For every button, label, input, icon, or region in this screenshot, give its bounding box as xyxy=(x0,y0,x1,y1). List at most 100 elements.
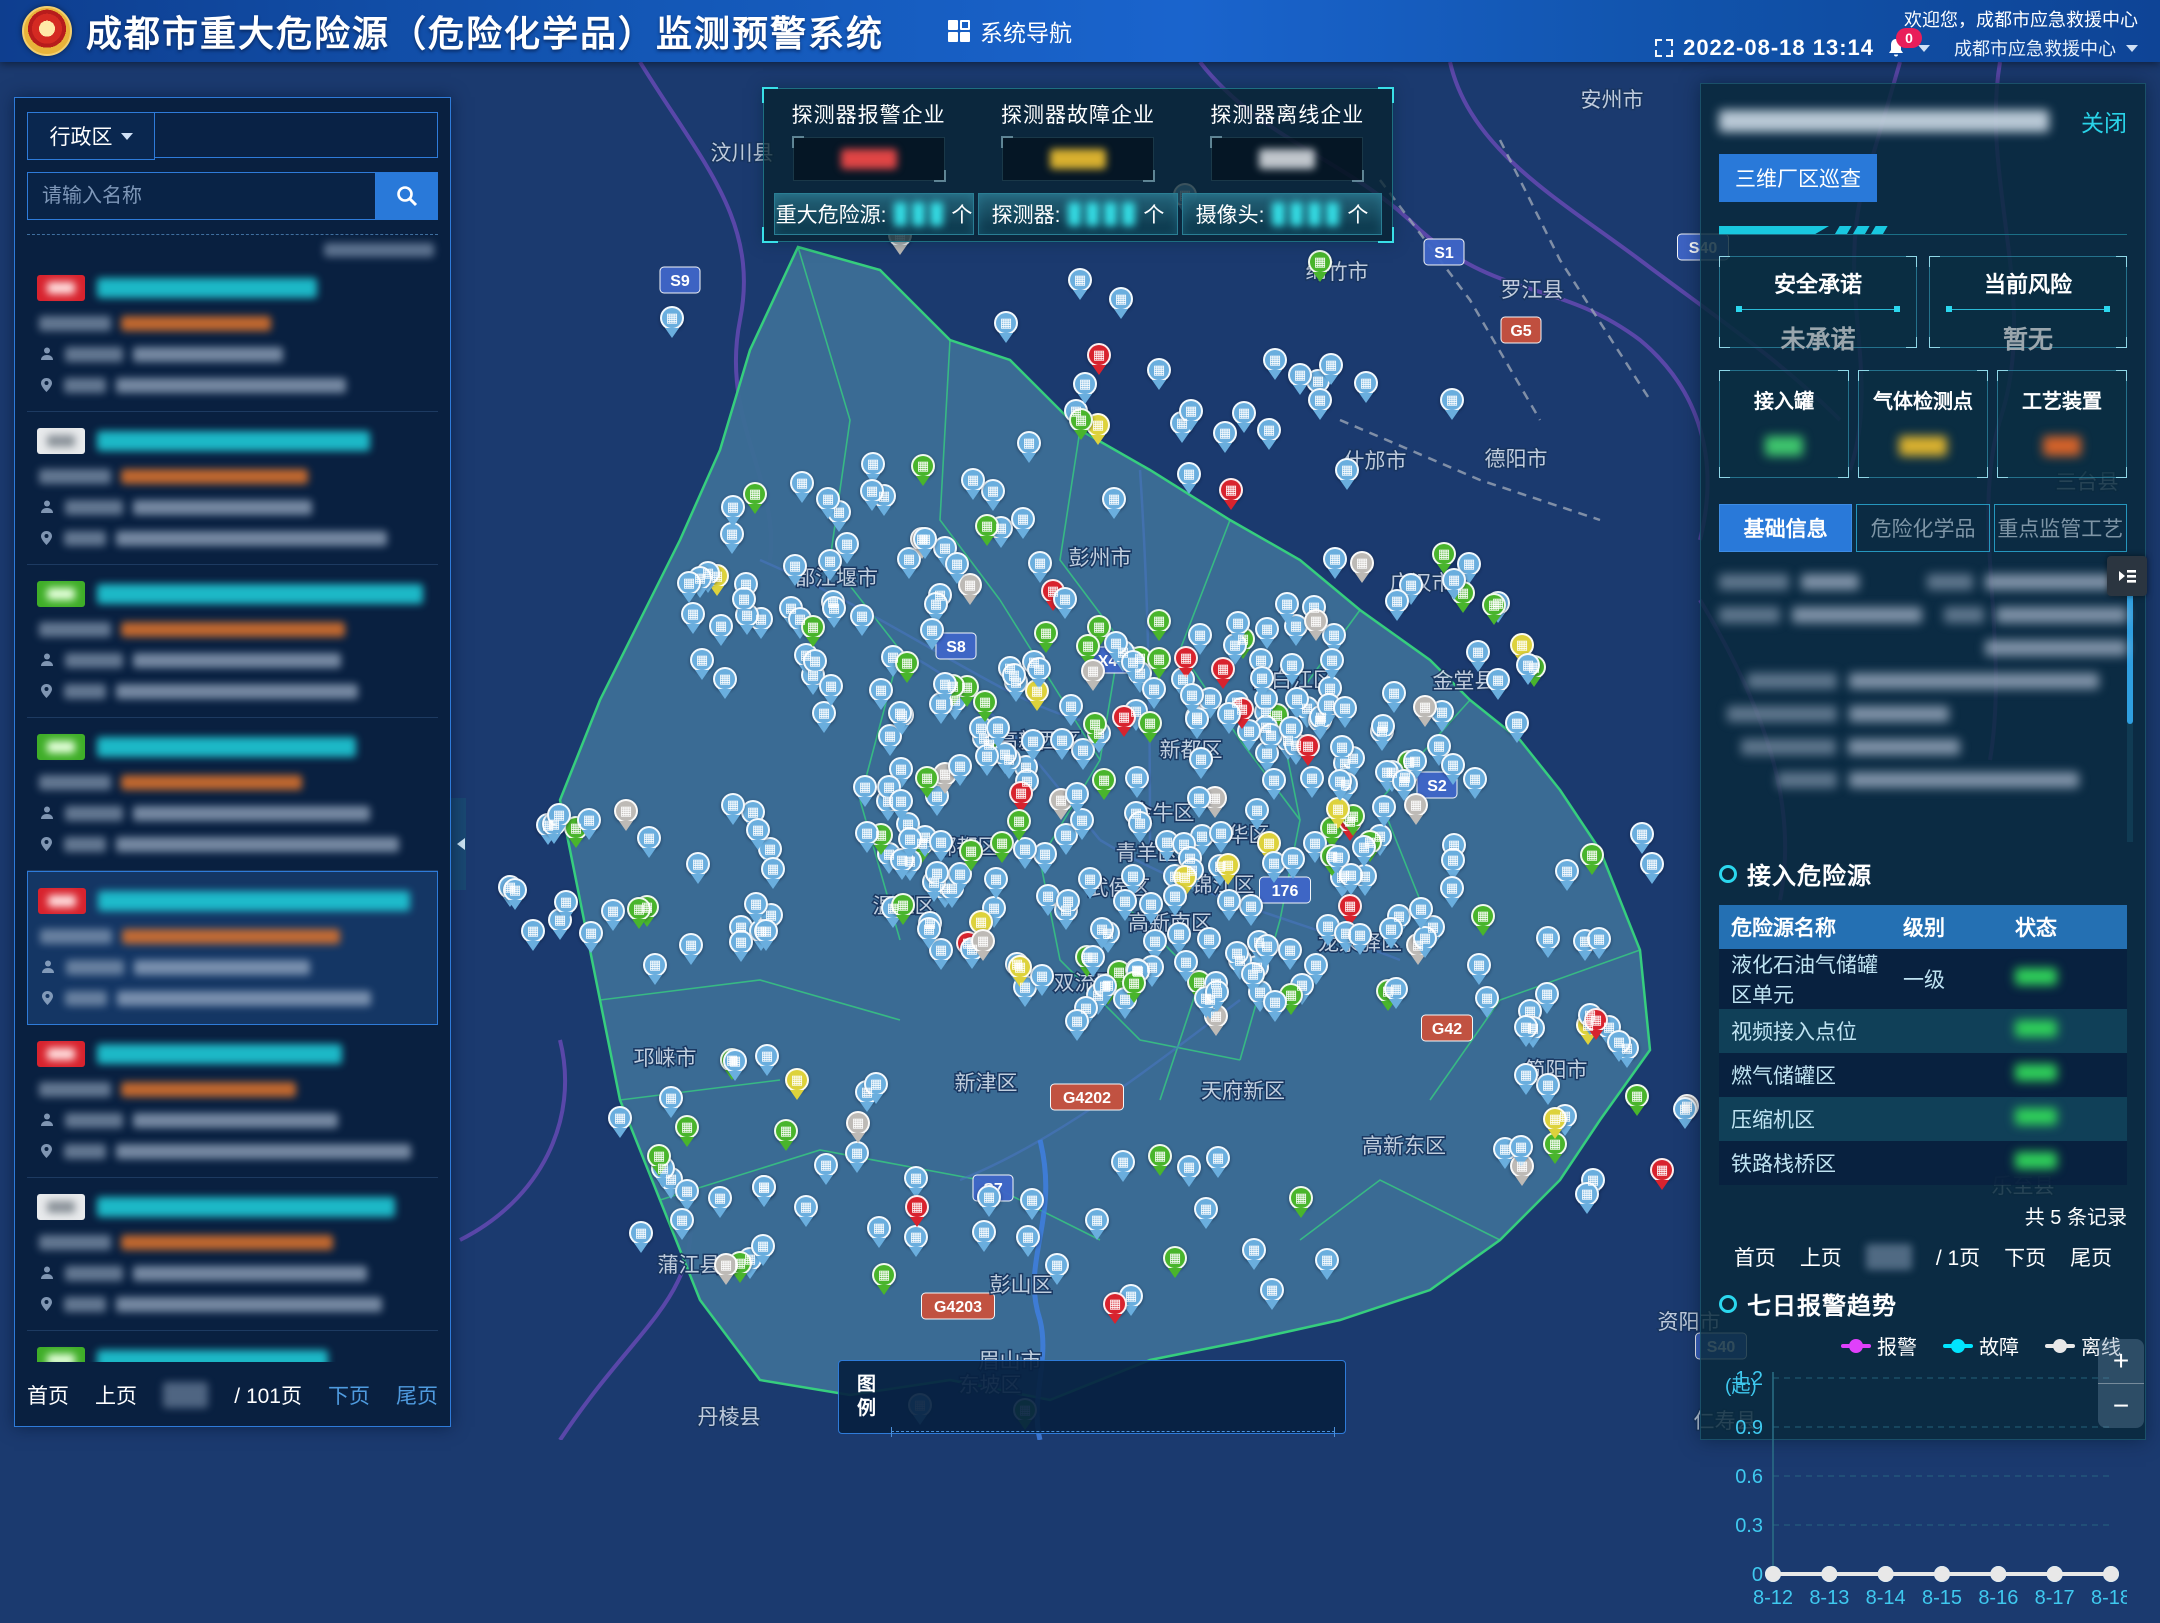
fullscreen-icon[interactable] xyxy=(1655,39,1673,57)
chart-legend-item[interactable]: 报警 xyxy=(1841,1331,1917,1360)
svg-text:德阳市: 德阳市 xyxy=(1485,448,1548,471)
svg-text:金牛区: 金牛区 xyxy=(1132,802,1195,825)
svg-text:邛崃市: 邛崃市 xyxy=(634,1047,697,1070)
system-nav-button[interactable]: 系统导航 xyxy=(948,14,1072,48)
svg-text:锦江区: 锦江区 xyxy=(1192,874,1255,897)
panel-expand-button[interactable] xyxy=(2107,556,2147,596)
stat-company-value-redacted xyxy=(793,137,945,181)
notification-badge: 0 xyxy=(1896,28,1922,48)
system-nav-label: 系统导航 xyxy=(980,14,1072,48)
page-prev-button[interactable]: 上页 xyxy=(1800,1242,1842,1272)
chevron-down-icon xyxy=(121,133,133,140)
svg-text:高新南区: 高新南区 xyxy=(1128,912,1212,935)
table-row[interactable]: 铁路栈桥区 xyxy=(1719,1141,2127,1185)
zoom-in-button[interactable]: + xyxy=(2098,1339,2144,1384)
svg-text:新都区: 新都区 xyxy=(1160,739,1223,762)
svg-text:高新西区: 高新西区 xyxy=(997,730,1081,753)
table-header: 级别 xyxy=(1891,905,2003,949)
svg-text:新津区: 新津区 xyxy=(955,1072,1018,1095)
company-name-redacted xyxy=(97,1197,395,1217)
divider xyxy=(1719,226,2127,236)
region-select[interactable]: 行政区 xyxy=(27,112,155,160)
org-name: 成都市应急救援中心 xyxy=(1954,35,2116,61)
chart-legend-item[interactable]: 故障 xyxy=(1943,1331,2019,1360)
status-redacted xyxy=(2015,1108,2057,1125)
status-badge xyxy=(37,1041,85,1067)
svg-text:丹棱县: 丹棱县 xyxy=(698,1406,761,1429)
map-legend: 图 例 xyxy=(838,1360,1346,1434)
svg-text:高新东区: 高新东区 xyxy=(1362,1135,1446,1158)
stat-company-label: 探测器故障企业 xyxy=(978,99,1178,129)
page-first-button[interactable]: 首页 xyxy=(27,1380,69,1410)
page-total: / 101页 xyxy=(234,1380,302,1410)
trend-chart: 报警故障离线 (起) 00.30.60.91.28-128-138-148-15… xyxy=(1719,1331,2127,1623)
search-button[interactable] xyxy=(376,172,438,220)
search-input[interactable] xyxy=(27,172,376,220)
company-name-redacted xyxy=(97,1350,328,1362)
location-icon xyxy=(40,990,55,1006)
page-number-input[interactable] xyxy=(1866,1244,1912,1270)
page-next-button[interactable]: 下页 xyxy=(328,1380,370,1410)
zoom-out-button[interactable]: − xyxy=(2098,1384,2144,1428)
svg-text:0: 0 xyxy=(1752,1564,1763,1586)
svg-text:G5: G5 xyxy=(1510,323,1531,340)
region-input[interactable] xyxy=(155,112,438,158)
table-row[interactable]: 压缩机区 xyxy=(1719,1097,2127,1141)
company-list-item[interactable] xyxy=(27,718,438,871)
chevron-down-icon[interactable] xyxy=(1918,45,1930,52)
scrollbar[interactable] xyxy=(2127,574,2133,842)
sidebar-pagination: 首页 上页 / 101页 下页 尾页 xyxy=(27,1366,438,1416)
tab-2[interactable]: 重点监管工艺 xyxy=(1994,504,2127,552)
hazard-section-header: 接入危险源 xyxy=(1719,856,2127,891)
svg-text:8-17: 8-17 xyxy=(2035,1587,2075,1609)
page-next-button[interactable]: 下页 xyxy=(2004,1242,2046,1272)
page-prev-button[interactable]: 上页 xyxy=(95,1380,137,1410)
svg-text:双流区: 双流区 xyxy=(1054,972,1117,995)
notification-bell-icon[interactable]: 0 xyxy=(1884,36,1908,60)
stat-counter-2: 摄像头:个 xyxy=(1182,193,1382,235)
tab-0[interactable]: 基础信息 xyxy=(1719,504,1852,552)
company-list-item[interactable] xyxy=(27,1331,438,1362)
panel-counter-0: 接入罐 xyxy=(1719,370,1849,478)
table-row[interactable]: 液化石油气储罐区单元一级 xyxy=(1719,949,2127,1009)
svg-text:8-16: 8-16 xyxy=(1978,1587,2018,1609)
stat-company-1: 探测器故障企业 xyxy=(978,99,1178,181)
table-row[interactable]: 视频接入点位 xyxy=(1719,1009,2127,1053)
svg-text:0.3: 0.3 xyxy=(1735,1515,1763,1537)
page-last-button[interactable]: 尾页 xyxy=(2070,1242,2112,1272)
svg-text:罗江县: 罗江县 xyxy=(1501,279,1564,302)
factory-3d-patrol-button[interactable]: 三维厂区巡查 xyxy=(1719,154,1877,202)
search-icon xyxy=(395,184,419,208)
status-badge xyxy=(37,275,85,301)
grid-icon xyxy=(948,20,970,42)
record-total: 共 5 条记录 xyxy=(1719,1201,2127,1230)
status-badge xyxy=(37,581,85,607)
person-icon xyxy=(39,805,55,821)
company-list-item[interactable] xyxy=(27,565,438,718)
svg-text:青羊区: 青羊区 xyxy=(1116,842,1179,865)
svg-text:郫都区: 郫都区 xyxy=(936,836,999,859)
company-title-redacted xyxy=(1719,110,2049,132)
page-number-input[interactable] xyxy=(163,1382,208,1408)
stat-company-value-redacted xyxy=(1211,137,1363,181)
person-icon xyxy=(39,1265,55,1281)
chevron-down-icon[interactable] xyxy=(2126,45,2138,52)
close-button[interactable]: 关闭 xyxy=(2081,104,2127,138)
app-header: 成都市重大危险源（危险化学品）监测预警系统 系统导航 欢迎您，成都市应急救援中心… xyxy=(0,0,2160,62)
page-last-button[interactable]: 尾页 xyxy=(396,1380,438,1410)
svg-text:天府新区: 天府新区 xyxy=(1201,1080,1285,1103)
page-first-button[interactable]: 首页 xyxy=(1734,1242,1776,1272)
status-badge xyxy=(37,734,85,760)
tab-1[interactable]: 危险化学品 xyxy=(1856,504,1989,552)
person-icon xyxy=(40,959,56,975)
sidebar-collapse-tab[interactable] xyxy=(449,798,466,890)
company-list-item[interactable] xyxy=(27,1178,438,1331)
company-list-item[interactable] xyxy=(27,412,438,565)
svg-text:安州市: 安州市 xyxy=(1581,89,1644,112)
company-list-item[interactable] xyxy=(27,871,438,1025)
table-row[interactable]: 燃气储罐区 xyxy=(1719,1053,2127,1097)
svg-text:G4203: G4203 xyxy=(934,1299,982,1316)
company-list-item[interactable] xyxy=(27,259,438,412)
company-list-item[interactable] xyxy=(27,1025,438,1178)
company-name-redacted xyxy=(98,891,410,911)
